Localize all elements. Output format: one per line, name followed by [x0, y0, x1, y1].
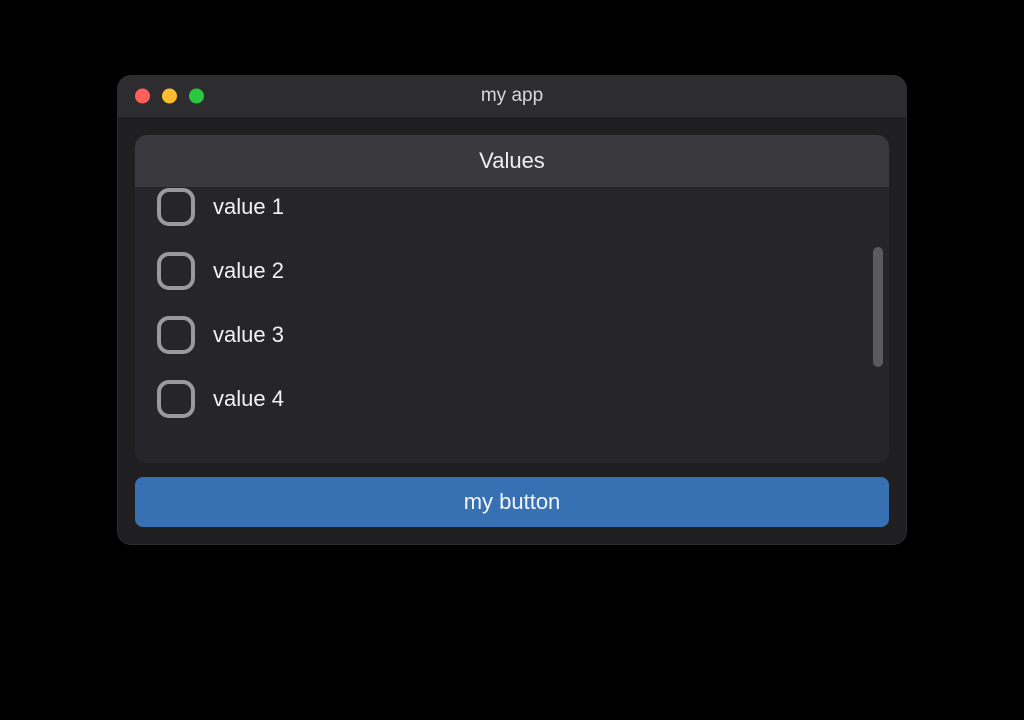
- checkbox-icon[interactable]: [157, 316, 195, 354]
- values-header: Values: [135, 135, 889, 187]
- values-panel: Values value 1 value 2 value 3: [135, 135, 889, 463]
- window-controls: [135, 89, 204, 104]
- primary-button[interactable]: my button: [135, 477, 889, 527]
- list-item-label: value 1: [213, 194, 284, 220]
- checkbox-icon[interactable]: [157, 188, 195, 226]
- list-item[interactable]: value 2: [157, 249, 869, 293]
- list-item-label: value 3: [213, 322, 284, 348]
- list-item[interactable]: value 4: [157, 377, 869, 421]
- titlebar: my app: [117, 75, 907, 117]
- list-item[interactable]: value 1: [157, 187, 869, 229]
- list-item-label: value 4: [213, 386, 284, 412]
- window-content: Values value 1 value 2 value 3: [117, 117, 907, 545]
- zoom-icon[interactable]: [189, 89, 204, 104]
- checkbox-icon[interactable]: [157, 380, 195, 418]
- checkbox-icon[interactable]: [157, 252, 195, 290]
- minimize-icon[interactable]: [162, 89, 177, 104]
- list-item-label: value 2: [213, 258, 284, 284]
- primary-button-label: my button: [464, 489, 561, 515]
- list-item[interactable]: value 3: [157, 313, 869, 357]
- values-list: value 1 value 2 value 3 value 4: [135, 187, 889, 463]
- app-window: my app Values value 1 value 2 valu: [117, 75, 907, 545]
- close-icon[interactable]: [135, 89, 150, 104]
- window-title: my app: [117, 85, 907, 107]
- scrollbar[interactable]: [873, 247, 883, 367]
